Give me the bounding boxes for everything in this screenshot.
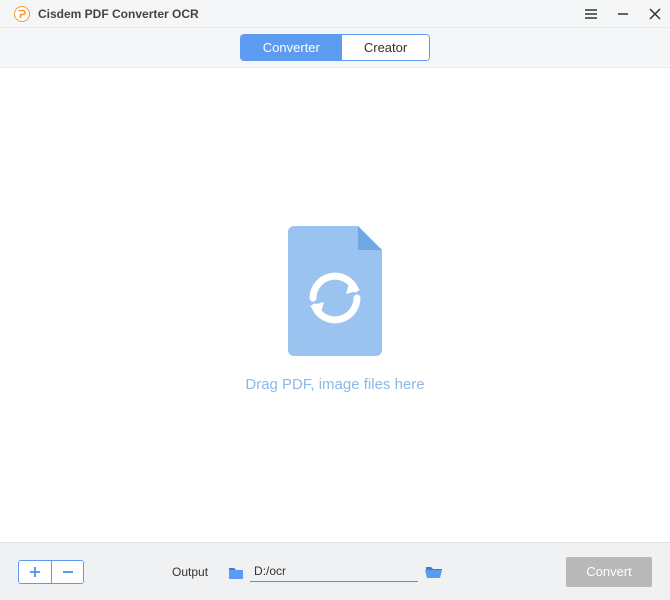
drop-area[interactable]: Drag PDF, image files here (0, 68, 670, 542)
menu-icon[interactable] (584, 7, 598, 21)
tab-converter[interactable]: Converter (241, 35, 342, 60)
drop-text: Drag PDF, image files here (245, 376, 424, 393)
remove-file-button[interactable] (51, 561, 83, 583)
tab-creator[interactable]: Creator (342, 35, 429, 60)
minimize-icon[interactable] (616, 7, 630, 21)
output-path-input[interactable] (250, 562, 418, 582)
close-icon[interactable] (648, 7, 662, 21)
convert-button[interactable]: Convert (566, 557, 652, 587)
folder-icon (228, 565, 244, 579)
tab-group: Converter Creator (240, 34, 430, 61)
window-controls (584, 7, 662, 21)
add-file-button[interactable] (19, 561, 51, 583)
add-remove-group (18, 560, 84, 584)
browse-folder-icon[interactable] (424, 564, 444, 580)
output-group (228, 562, 444, 582)
document-refresh-icon (280, 218, 390, 358)
app-title: Cisdem PDF Converter OCR (38, 7, 584, 21)
bottom-bar: Output Convert (0, 542, 670, 600)
titlebar: Cisdem PDF Converter OCR (0, 0, 670, 28)
tab-bar: Converter Creator (0, 28, 670, 68)
app-logo-icon (14, 6, 30, 22)
output-label: Output (172, 565, 208, 579)
